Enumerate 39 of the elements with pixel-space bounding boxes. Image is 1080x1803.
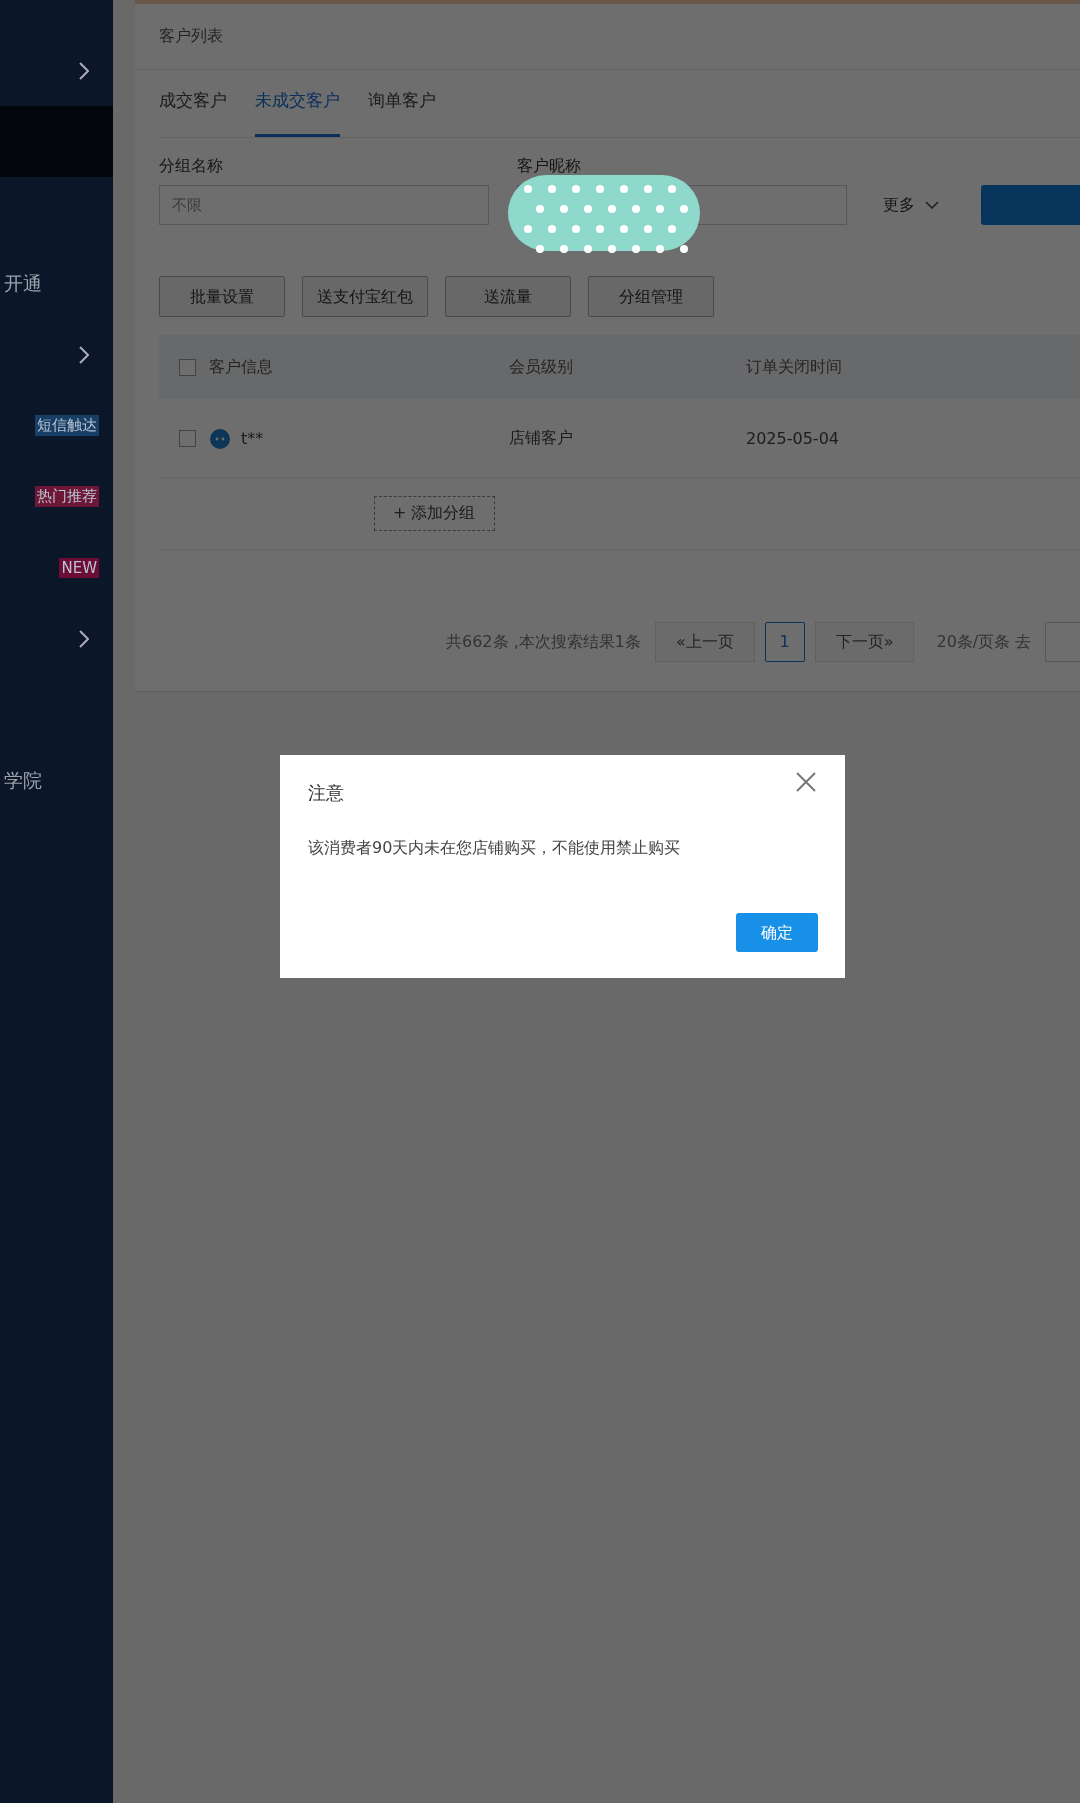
table-cell: 2025-05-04: [746, 428, 839, 448]
chevron-right-icon: [79, 345, 89, 364]
sidebar-item[interactable]: [0, 106, 113, 177]
sidebar-item-label: 学院: [4, 767, 42, 793]
page-number[interactable]: 1: [764, 622, 805, 662]
action-button[interactable]: 送流量: [445, 276, 571, 317]
confirm-button[interactable]: 确定: [736, 913, 818, 952]
chevron-right-icon: [79, 61, 89, 80]
sidebar-badge: 热门推荐: [35, 486, 99, 507]
dialog-title: 注意: [308, 781, 344, 805]
sidebar-badge: 短信触达: [35, 415, 99, 436]
checkbox[interactable]: [179, 358, 196, 376]
column-header: 会员级别: [509, 356, 574, 378]
table-cell-text: t**: [241, 428, 265, 448]
add-group-button[interactable]: + 添加分组: [374, 496, 495, 531]
dialog-message: 该消费者90天内未在您店铺购买，不能使用禁止购买: [308, 838, 682, 859]
action-button[interactable]: 送支付宝红包: [302, 276, 428, 317]
tab[interactable]: 成交客户: [159, 89, 227, 137]
page-size-label: 20条/页条 去: [936, 631, 1032, 653]
action-button[interactable]: 分组管理: [588, 276, 714, 317]
filter-label: 客户昵称: [517, 156, 582, 177]
sidebar-item-label: 开通: [4, 270, 42, 296]
sidebar-badge: NEW: [59, 557, 99, 578]
table-cell-text: 店铺客户: [509, 427, 574, 449]
column-header: 客户信息: [209, 356, 274, 378]
close-icon[interactable]: [795, 771, 817, 793]
tab[interactable]: 询单客户: [368, 89, 436, 137]
avatar-icon: [209, 427, 231, 449]
panel-title: 客户列表: [159, 26, 223, 47]
action-button[interactable]: 批量设置: [159, 276, 285, 317]
chevron-right-icon: [79, 629, 89, 648]
checkbox[interactable]: [179, 429, 196, 447]
tab[interactable]: 未成交客户: [255, 89, 340, 137]
column-header: 订单关闭时间: [746, 356, 842, 378]
result-summary: 共662条 ,本次搜索结果1条: [446, 631, 641, 653]
filter-label: 分组名称: [159, 156, 224, 177]
more-dropdown[interactable]: 更多: [883, 185, 939, 225]
chevron-down-icon: [925, 201, 939, 209]
search-button[interactable]: [981, 185, 1080, 225]
